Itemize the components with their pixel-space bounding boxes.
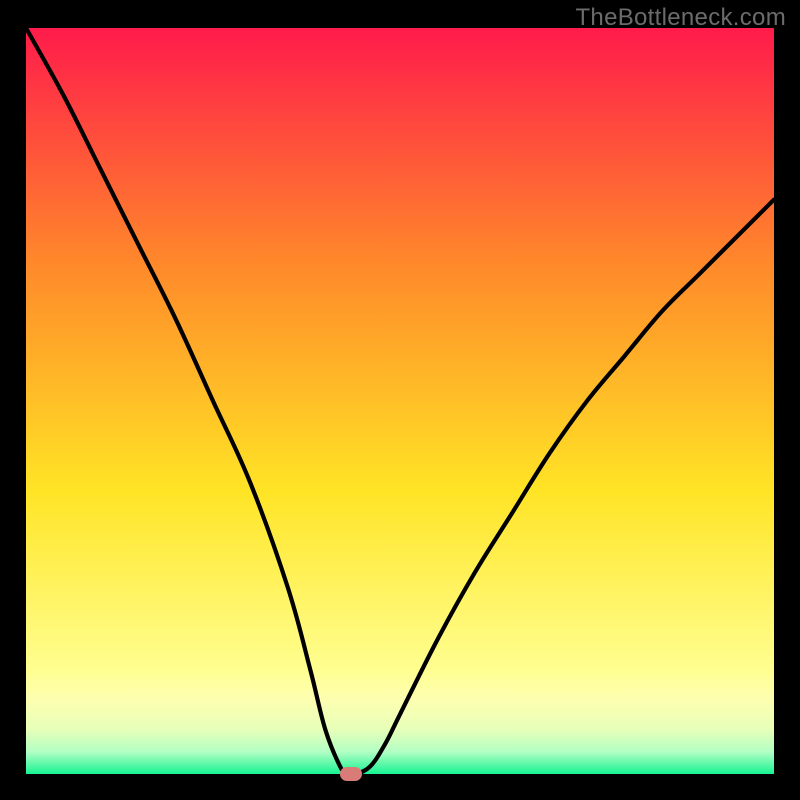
- optimal-marker: [340, 767, 362, 781]
- plot-area: [26, 28, 774, 774]
- gradient-background: [26, 28, 774, 774]
- attribution-text: TheBottleneck.com: [575, 4, 786, 32]
- chart-container: TheBottleneck.com: [0, 0, 800, 800]
- chart-svg: [26, 28, 774, 774]
